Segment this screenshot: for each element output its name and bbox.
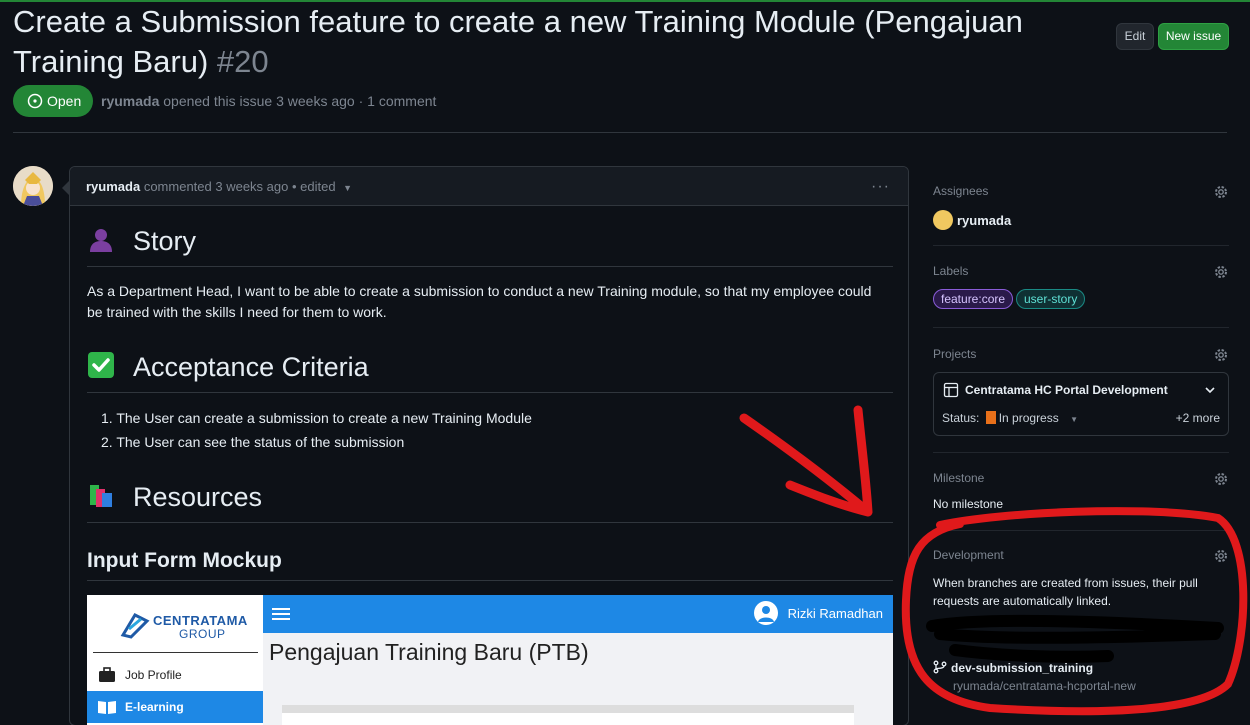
- red-circle-annotation: [901, 507, 1248, 716]
- red-arrow-annotation: [739, 405, 873, 517]
- red-annotation-overlay: [739, 405, 1248, 716]
- redacted-scribble: [926, 614, 1224, 663]
